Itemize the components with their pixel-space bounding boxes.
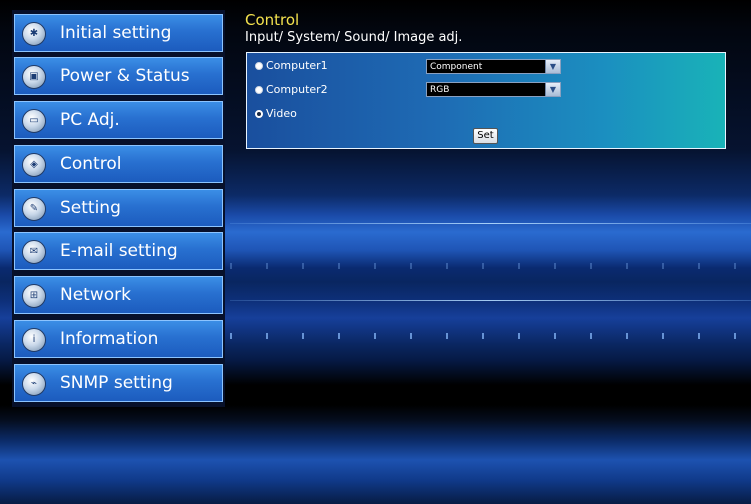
page-subtitle: Input/ System/ Sound/ Image adj. xyxy=(245,30,463,45)
sidebar-item-label: Power & Status xyxy=(60,66,190,86)
sidebar-menu: ✱ Initial setting ▣ Power & Status ▭ PC … xyxy=(12,10,225,407)
radio-computer2[interactable]: Computer2 xyxy=(255,83,328,97)
sidebar-item-control[interactable]: ◈ Control xyxy=(14,145,223,183)
select-value: Component xyxy=(430,62,483,72)
radio-label: Computer1 xyxy=(266,59,328,72)
radio-button-selected[interactable] xyxy=(255,110,263,118)
chevron-down-icon[interactable]: ▼ xyxy=(545,83,560,96)
sidebar-item-label: Control xyxy=(60,154,122,174)
network-icon: ⊞ xyxy=(22,284,46,308)
sidebar-item-email-setting[interactable]: ✉ E-mail setting xyxy=(14,232,223,270)
sidebar-item-network[interactable]: ⊞ Network xyxy=(14,276,223,314)
input-select-panel: Computer1 Component ▼ Computer2 RGB ▼ Vi… xyxy=(246,52,726,149)
background-line xyxy=(230,223,751,224)
background-line xyxy=(230,300,751,301)
sidebar-item-label: Setting xyxy=(60,198,121,218)
sidebar-item-information[interactable]: i Information xyxy=(14,320,223,358)
sidebar-item-label: SNMP setting xyxy=(60,373,173,393)
set-button[interactable]: Set xyxy=(473,128,498,144)
background-dashes xyxy=(230,263,751,269)
sidebar-item-label: Network xyxy=(60,285,131,305)
sidebar-item-initial-setting[interactable]: ✱ Initial setting xyxy=(14,14,223,52)
radio-button[interactable] xyxy=(255,86,263,94)
snmp-icon: ⌁ xyxy=(22,372,46,396)
sidebar-item-label: Initial setting xyxy=(60,23,172,43)
radio-video[interactable]: Video xyxy=(255,107,297,121)
radio-computer1[interactable]: Computer1 xyxy=(255,59,328,73)
background-dashes xyxy=(230,333,751,339)
page-title: Control xyxy=(245,11,300,29)
initial-setting-icon: ✱ xyxy=(22,22,46,46)
sidebar-item-power-status[interactable]: ▣ Power & Status xyxy=(14,57,223,95)
sidebar-item-label: PC Adj. xyxy=(60,110,120,130)
sidebar-item-snmp-setting[interactable]: ⌁ SNMP setting xyxy=(14,364,223,402)
setting-icon: ✎ xyxy=(22,197,46,221)
sidebar-item-label: Information xyxy=(60,329,159,349)
sidebar-item-setting[interactable]: ✎ Setting xyxy=(14,189,223,227)
control-icon: ◈ xyxy=(22,153,46,177)
computer2-mode-select[interactable]: RGB ▼ xyxy=(426,82,561,97)
sidebar-item-label: E-mail setting xyxy=(60,241,178,261)
radio-label: Computer2 xyxy=(266,83,328,96)
select-value: RGB xyxy=(430,85,450,95)
radio-label: Video xyxy=(266,107,297,120)
pc-adj-icon: ▭ xyxy=(22,109,46,133)
email-icon: ✉ xyxy=(22,240,46,264)
radio-button[interactable] xyxy=(255,62,263,70)
sidebar-item-pc-adj[interactable]: ▭ PC Adj. xyxy=(14,101,223,139)
computer1-mode-select[interactable]: Component ▼ xyxy=(426,59,561,74)
information-icon: i xyxy=(22,328,46,352)
power-status-icon: ▣ xyxy=(22,65,46,89)
chevron-down-icon[interactable]: ▼ xyxy=(545,60,560,73)
